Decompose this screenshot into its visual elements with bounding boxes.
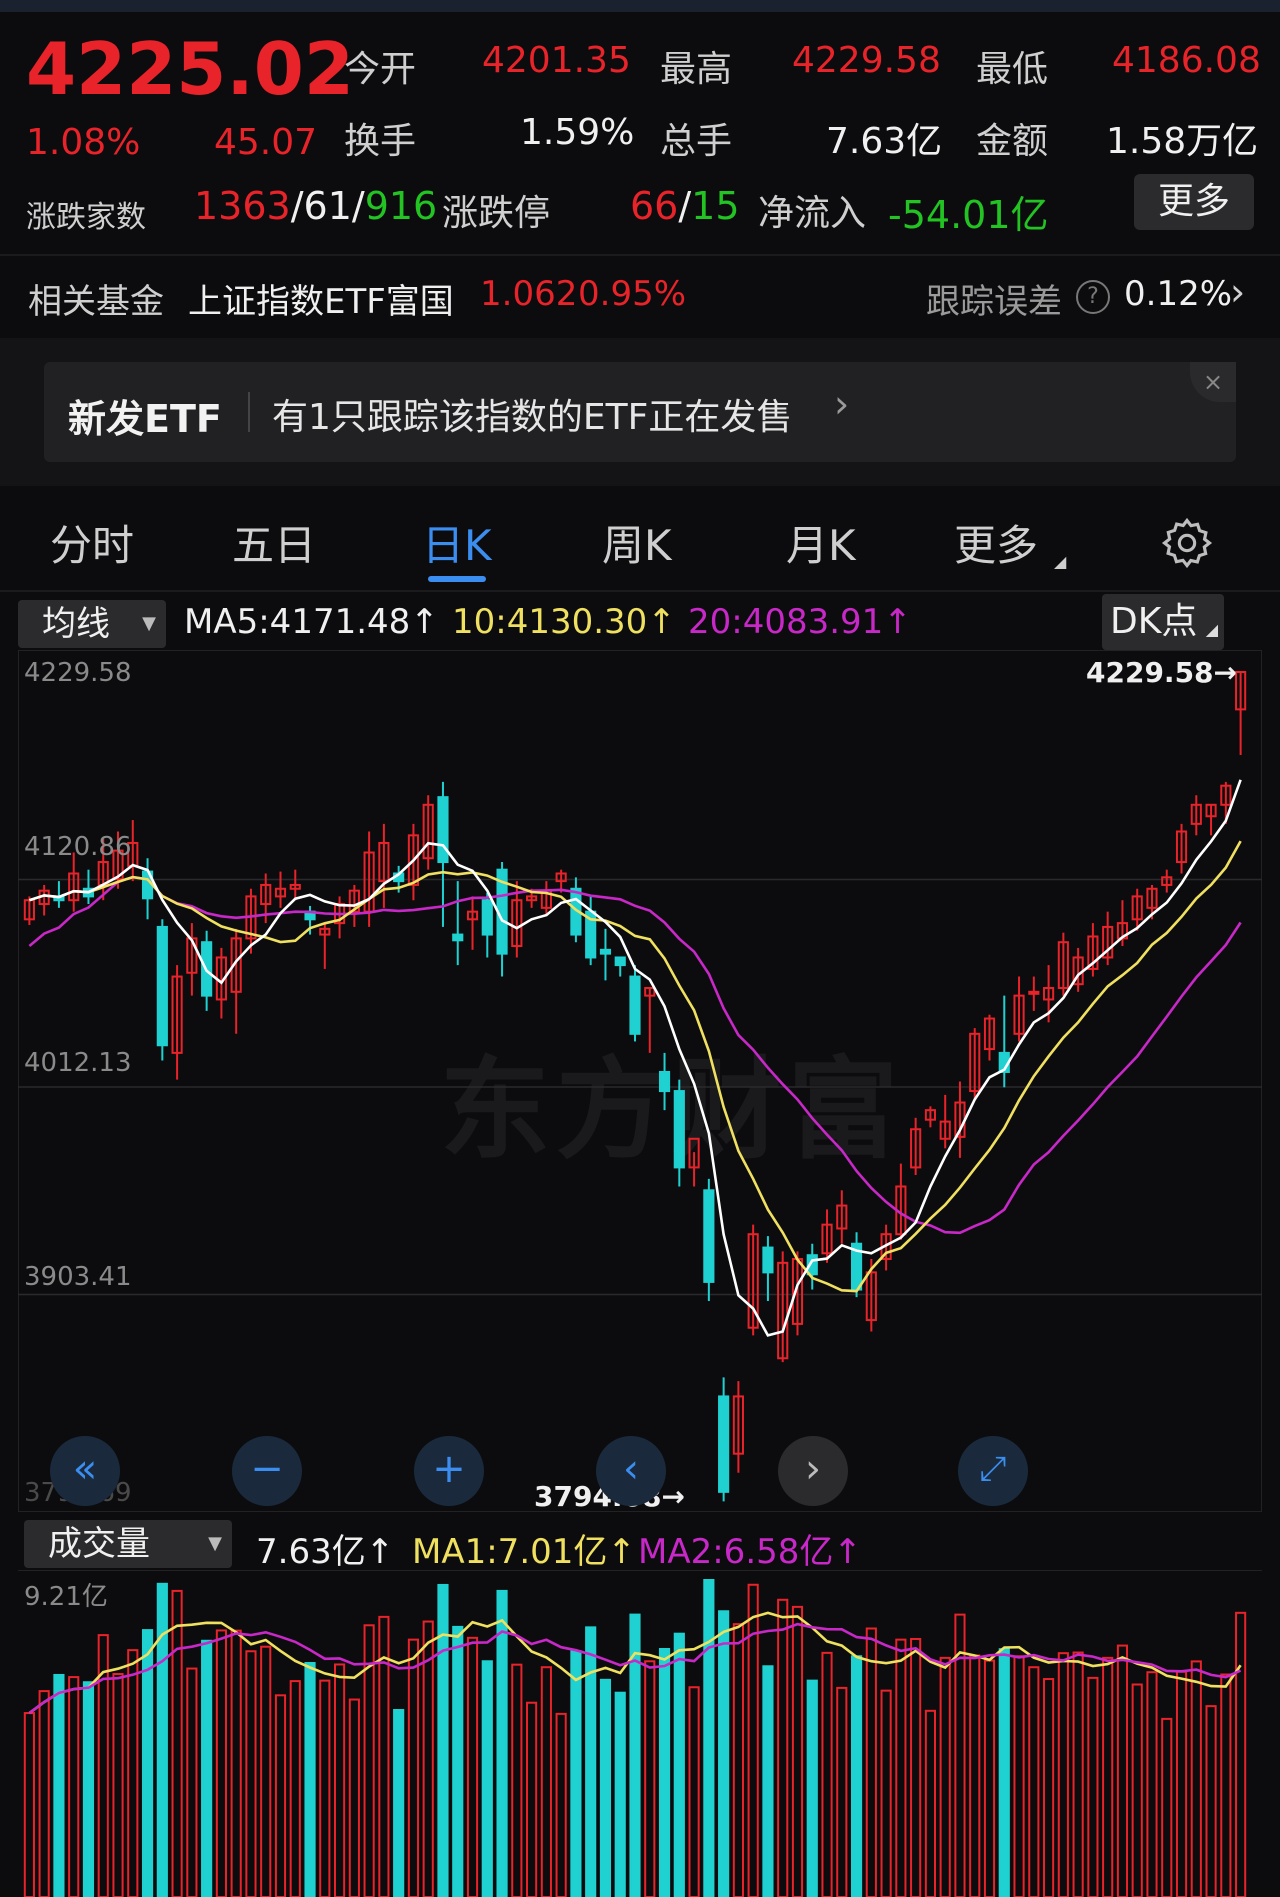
tab-intraday[interactable]: 分时 [50,512,134,573]
divider [0,590,1280,592]
zoom-out-button[interactable]: − [232,1436,302,1506]
limit-up: 66 [630,184,679,228]
max-price-marker: 4229.58→ [1086,656,1237,689]
volume-label: 总手 [660,121,733,162]
scroll-to-start-button[interactable]: « [50,1436,120,1506]
period-tabs: 分时 五日 日K 周K 月K 更多 ◢ [0,490,1280,590]
ma10-readout: 10:4130.30↑ [452,602,676,642]
high-label: 最高 [660,49,733,90]
last-price: 4225.02 [26,27,354,111]
limit-down: 15 [691,184,740,228]
low-value: 4186.08 [1112,40,1261,81]
dk-points-button[interactable]: DK点 ◢ [1102,594,1224,650]
indicator-select[interactable]: 均线 ▼ [18,600,166,648]
tracking-error-label: 跟踪误差 [926,282,1062,322]
y-tick-label: 3903.41 [24,1262,132,1292]
tab-daily-k[interactable]: 日K [422,512,492,573]
breadth-down: 916 [364,184,438,228]
change-value: 45.07 [214,122,318,163]
volume-value: 7.63亿 [826,121,943,162]
ma20-readout: 20:4083.91↑ [688,602,912,642]
caret-down-icon: ◢ [1054,552,1067,571]
volume-ma1-readout: MA1:7.01亿↑ [412,1532,636,1572]
caret-down-icon: ▼ [142,613,156,634]
breadth-up: 1363 [194,184,291,228]
volume-indicator-select[interactable]: 成交量 ▼ [24,1520,232,1568]
new-etf-banner[interactable]: 新发ETF 有1只跟踪该指数的ETF正在发售 › [44,362,1236,462]
ma5-readout: MA5:4171.48↑ [184,602,439,642]
tab-five-day[interactable]: 五日 [232,512,316,573]
fund-name: 上证指数ETF富国 [188,282,454,322]
netflow-label: 净流入 [758,193,867,234]
tab-more[interactable]: 更多 [954,512,1038,573]
active-tab-indicator [428,576,486,582]
amount-label: 金额 [976,121,1049,162]
y-tick-label: 4012.13 [24,1048,132,1078]
low-label: 最低 [976,49,1049,90]
related-fund-row[interactable]: 相关基金 上证指数ETF富国 1.062 0.95% 跟踪误差 ? 0.12% … [0,256,1280,336]
tracking-error-value: 0.12% [1124,274,1233,314]
zoom-in-button[interactable]: + [414,1436,484,1506]
volume-readout: 7.63亿↑ [256,1532,395,1572]
settings-gear-icon[interactable] [1160,516,1214,570]
tab-weekly-k[interactable]: 周K [602,512,672,573]
chevron-right-icon: › [834,382,850,426]
open-label: 今开 [344,49,417,90]
scroll-left-button[interactable]: ‹ [596,1436,666,1506]
limit-slash: / [678,184,692,228]
dk-points-label: DK点 [1110,601,1198,642]
breadth-values: 1363/61/916 [194,184,437,228]
breadth-label: 涨跌家数 [26,200,146,235]
caret-down-icon: ▼ [208,1533,222,1554]
high-value: 4229.58 [792,40,941,81]
y-tick-label: 4120.86 [24,832,132,862]
watermark: 东方财富 [440,1046,904,1174]
open-value: 4201.35 [482,40,631,81]
banner-divider [248,392,250,432]
fullscreen-icon[interactable]: ⤢ [958,1436,1028,1506]
breadth-flat: 61 [303,184,352,228]
change-percent: 1.08% [26,122,141,163]
fund-change: 0.95% [578,274,687,314]
banner-text: 有1只跟踪该指数的ETF正在发售 [272,397,793,438]
volume-max-label: 9.21亿 [24,1582,108,1612]
turnover-value: 1.59% [520,112,635,153]
tab-monthly-k[interactable]: 月K [786,512,856,573]
breadth-slash-2: / [351,184,365,228]
limit-values: 66/15 [630,184,740,228]
y-tick-label: 4229.58 [24,658,132,688]
volume-select-label: 成交量 [48,1524,150,1564]
volume-ma2-readout: MA2:6.58亿↑ [638,1532,862,1572]
fund-price: 1.062 [480,274,578,314]
indicator-select-label: 均线 [42,604,110,644]
turnover-label: 换手 [344,121,417,162]
status-strip [0,0,1280,12]
volume-chart[interactable] [18,1570,1262,1897]
amount-value: 1.58万亿 [1106,121,1259,162]
chevron-right-icon: › [1230,270,1246,314]
scroll-right-button[interactable]: › [778,1436,848,1506]
breadth-slash-1: / [290,184,304,228]
netflow-value: -54.01亿 [888,193,1049,237]
new-etf-tag: 新发ETF [68,397,222,441]
fund-label: 相关基金 [28,282,164,322]
more-quote-button[interactable]: 更多 [1134,174,1254,230]
limit-label: 涨跌停 [442,193,551,234]
help-icon[interactable]: ? [1076,280,1110,314]
